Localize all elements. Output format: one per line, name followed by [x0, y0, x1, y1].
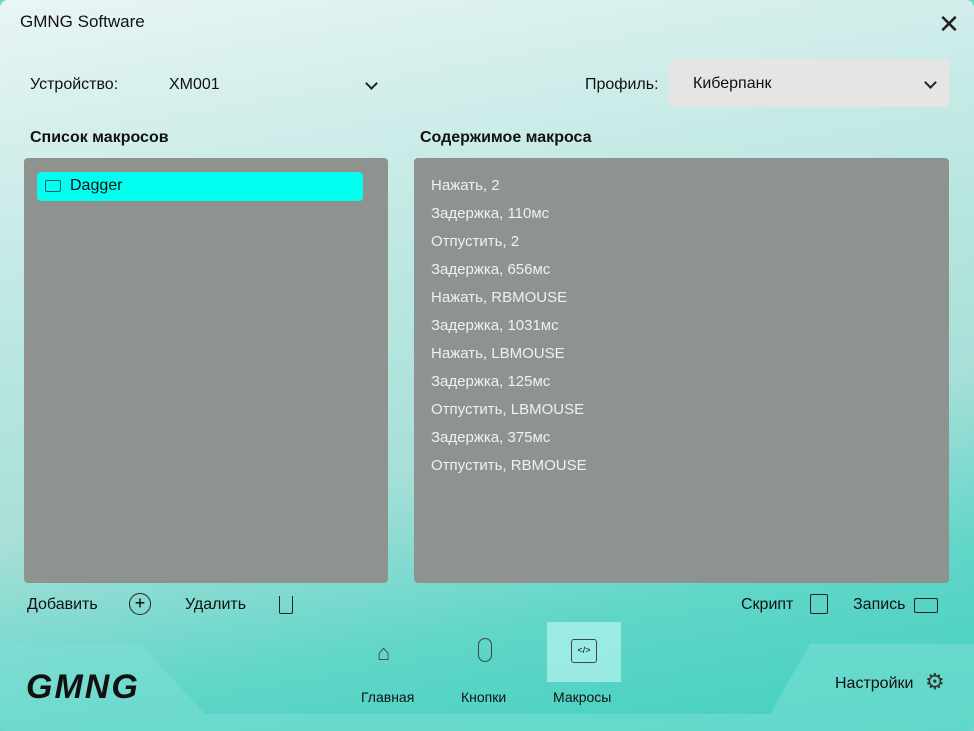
- nav-home-label: Главная: [361, 689, 415, 705]
- script-button[interactable]: Скрипт: [741, 596, 793, 614]
- keyboard-icon[interactable]: [914, 598, 938, 613]
- chevron-down-icon: [365, 77, 378, 90]
- macro-name: Dagger: [70, 177, 123, 194]
- window-title: GMNG Software: [20, 12, 145, 31]
- profile-label: Профиль:: [585, 76, 659, 93]
- delete-button[interactable]: Удалить: [185, 596, 246, 614]
- macro-step[interactable]: Отпустить, 2: [431, 233, 519, 250]
- nav-macros[interactable]: </>: [547, 622, 621, 682]
- macro-step[interactable]: Задержка, 1031мс: [431, 317, 559, 334]
- macro-list-title: Список макросов: [30, 129, 169, 146]
- code-icon: </>: [571, 639, 597, 663]
- app-window: GMNG Software ✕ Устройство: XM001 Профил…: [0, 0, 974, 731]
- mouse-icon: [478, 638, 492, 662]
- macro-step[interactable]: Нажать, LBMOUSE: [431, 345, 565, 362]
- macro-list: Dagger: [24, 158, 388, 583]
- nav-buttons-label: Кнопки: [461, 689, 507, 705]
- trash-icon[interactable]: [279, 596, 293, 614]
- profile-select[interactable]: Киберпанк: [669, 59, 949, 107]
- macro-step[interactable]: Нажать, RBMOUSE: [431, 289, 567, 306]
- settings-button[interactable]: Настройки: [835, 675, 913, 693]
- macro-step[interactable]: Задержка, 110мс: [431, 205, 549, 222]
- script-icon[interactable]: [810, 594, 828, 614]
- plus-circle-icon[interactable]: +: [129, 593, 151, 615]
- close-button[interactable]: ✕: [938, 11, 960, 37]
- nav-macros-label: Макросы: [553, 689, 612, 705]
- macro-step[interactable]: Задержка, 375мс: [431, 429, 550, 446]
- keyboard-icon: [45, 180, 61, 192]
- macro-content: Нажать, 2 Задержка, 110мс Отпустить, 2 Заде…: [414, 158, 949, 583]
- macro-step[interactable]: Задержка, 656мс: [431, 261, 550, 278]
- record-button[interactable]: Запись: [853, 596, 906, 614]
- gmng-logo: GMNG: [26, 668, 140, 706]
- macro-step[interactable]: Нажать, 2: [431, 177, 500, 194]
- macro-step[interactable]: Задержка, 125мс: [431, 373, 550, 390]
- nav-home[interactable]: ⌂: [351, 622, 425, 682]
- macro-list-item[interactable]: Dagger: [37, 172, 363, 201]
- device-value: XM001: [169, 76, 220, 93]
- macro-content-title: Содержимое макроса: [420, 129, 592, 146]
- device-label: Устройство:: [30, 76, 119, 93]
- chevron-down-icon: [924, 76, 937, 89]
- macro-step[interactable]: Отпустить, RBMOUSE: [431, 457, 587, 474]
- home-icon: ⌂: [377, 640, 391, 665]
- profile-value: Киберпанк: [693, 75, 772, 92]
- add-button[interactable]: Добавить: [27, 596, 98, 614]
- macro-step[interactable]: Отпустить, LBMOUSE: [431, 401, 584, 418]
- nav-buttons[interactable]: [448, 622, 522, 682]
- gear-icon[interactable]: ⚙: [925, 669, 945, 695]
